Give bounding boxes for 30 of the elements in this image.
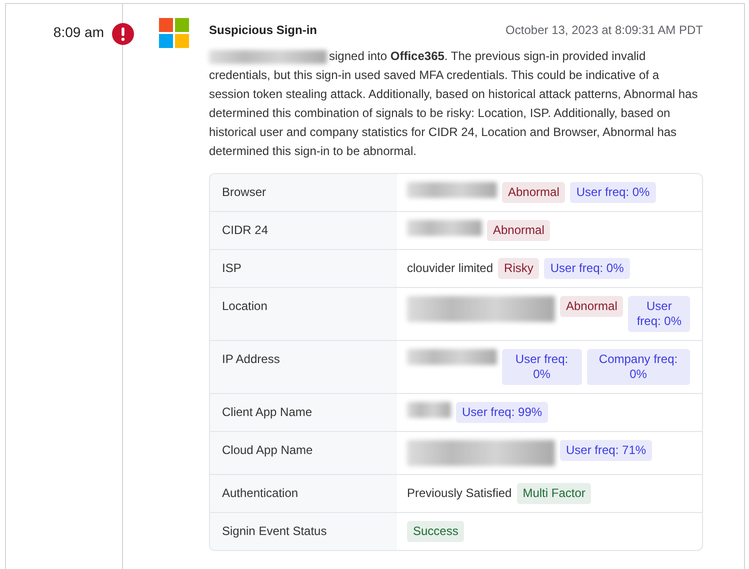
- event-time: 8:09 am: [53, 24, 104, 40]
- status-tag: Abnormal: [487, 220, 550, 241]
- logo-icon: [159, 18, 189, 48]
- label-cell: Client App Name: [210, 394, 397, 431]
- label-cell: Signin Event Status: [210, 513, 397, 550]
- redacted-text: [407, 402, 451, 418]
- status-tag: Abnormal: [560, 296, 624, 317]
- status-tag: Risky: [498, 258, 540, 279]
- status-tag: User freq: 0%: [544, 258, 630, 279]
- status-tag: User freq: 99%: [456, 402, 548, 423]
- label-cell: Browser: [210, 174, 397, 211]
- label-cell: Authentication: [210, 475, 397, 512]
- event-timestamp: October 13, 2023 at 8:09:31 AM PDT: [506, 23, 703, 37]
- status-tag: User freq: 0%: [570, 182, 656, 203]
- field-value: clouvider limited: [407, 260, 494, 277]
- status-tag: User freq: 0%: [502, 349, 582, 385]
- event-description: signed into Office365. The previous sign-in provided invalid credentials, but this sign-in used saved MFA credentials. This could be indicative of a session token stealing attack. Additionally, based on historical attack patterns, Abnormal has determined this combination of signals to be risky: Location, ISP. Additionally, based on historical user and company statistics for CIDR 24, Location and Browser, Abnormal has determined this sign-in to be abnormal.: [209, 49, 698, 158]
- status-tag: Company freq: 0%: [586, 349, 690, 385]
- label-cell: IP Address: [210, 341, 397, 393]
- event-title: Suspicious Sign-in: [209, 23, 318, 37]
- status-tag: Success: [407, 521, 464, 542]
- status-tag: Multi Factor: [516, 483, 592, 504]
- label-cell: CIDR 24: [210, 212, 397, 249]
- status-tag: User freq: 0%: [628, 296, 690, 332]
- status-tag: Abnormal: [502, 182, 566, 203]
- field-value: Previously Satisfied: [407, 485, 512, 502]
- label-cell: ISP: [210, 250, 397, 287]
- label-cell: Cloud App Name: [210, 432, 397, 474]
- label-cell: Location: [210, 288, 397, 340]
- status-tag: User freq: 71%: [560, 440, 652, 461]
